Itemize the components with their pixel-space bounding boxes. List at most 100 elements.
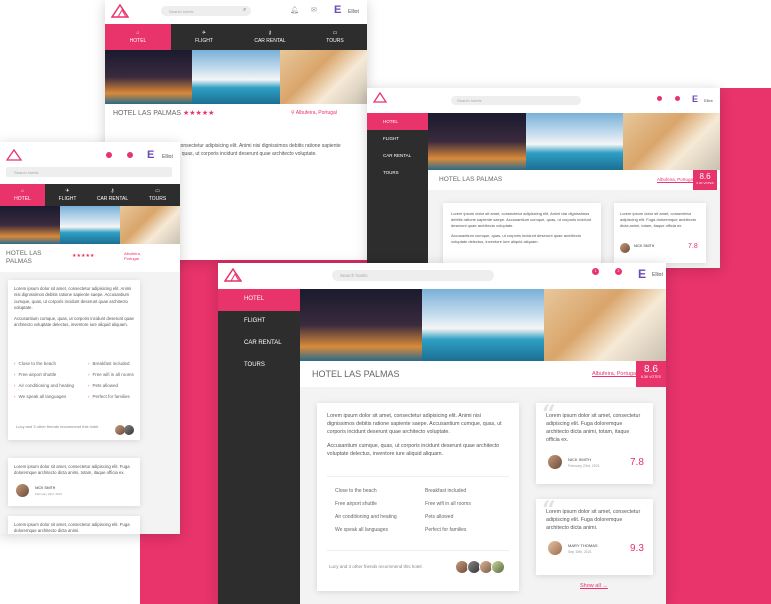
logo-icon [224,268,242,282]
sidebar-item-flight[interactable]: FLIGHT [367,130,428,147]
user-name[interactable]: Elliot [162,154,173,160]
sidebar-item-hotel[interactable]: HOTEL [367,113,428,130]
friends-text: Lucy and 3 other friends recommend this … [16,424,100,429]
star-rating: ★★★★★ [72,253,95,259]
message-badge[interactable] [675,96,680,101]
tab-tours[interactable]: ▭ TOURS [135,184,180,206]
tab-flight[interactable]: ✈ FLIGHT [171,24,237,50]
amenity-item: We speak all languages [335,527,388,533]
avatar [620,243,630,253]
hotel-title: HOTEL LAS PALMAS [312,369,400,379]
show-all-link[interactable]: Show all → [580,583,608,589]
description-card: Lorem ipsum dolor sit amet, consectetur … [443,203,601,268]
search-input[interactable]: Search hotels [6,167,172,177]
frame-main: Search hotels 1 2 E Elliot HOTEL FLIGHT … [218,263,666,604]
hotel-photo-terrace[interactable] [120,206,180,244]
message-icon[interactable]: ✉ [311,6,317,14]
amenity-item: Free airport shuttle [335,501,377,507]
tab-flight[interactable]: ✈ FLIGHT [45,184,90,206]
amenity-item: Close to the beach [335,488,377,494]
sidebar-item-tours[interactable]: TOURS [218,355,300,377]
hotel-photo-night[interactable] [0,206,60,244]
plane-icon: ✈ [201,30,207,36]
amenity-item: › Pets allowed [88,383,119,388]
avatar [124,425,134,435]
amenity-item: › Breakfast included [88,361,130,366]
tab-hotel[interactable]: ⌂ HOTEL [105,24,171,50]
amenity-item: › Close to the beach [14,361,57,366]
top-nav: ⌂ HOTEL ✈ FLIGHT ⚷ CAR RENTAL ▭ TOURS [0,184,180,206]
top-nav: ⌂ HOTEL ✈ FLIGHT ⚷ CAR RENTAL ▭ TOURS [105,24,367,50]
hotel-photo-night[interactable] [105,50,192,104]
sidebar: HOTEL FLIGHT CAR RENTAL TOURS [367,113,428,268]
sidebar-item-hotel[interactable]: HOTEL [218,289,300,311]
friends-text: Lucy and 3 other friends recommend this … [329,564,423,569]
hotel-photo-terrace[interactable] [623,113,720,170]
hotel-photo-pool[interactable] [526,113,623,170]
review-card: Lorem ipsum dolor sit amet, consectetur … [8,516,140,534]
user-initial: E [334,4,342,16]
amenity-item: › We speak all languages [14,394,67,399]
location-link[interactable]: Albufeira, Portugal [657,177,694,182]
hotel-photo-pool[interactable] [192,50,280,104]
hotel-photo-night[interactable] [300,289,422,361]
user-name[interactable]: Elliot [652,272,663,278]
sidebar-item-flight[interactable]: FLIGHT [218,311,300,333]
star-rating: ★★★★★ [183,110,215,117]
user-name[interactable]: Elliot [348,9,359,15]
search-input[interactable]: Search hotels [451,96,581,105]
location-link[interactable]: Albufeira, Portugal [124,251,146,261]
user-initial: E [147,149,155,161]
amenity-item: Air conditioning and heating [335,514,397,520]
logo-icon [111,4,129,18]
reviewer-name: NICK SMITH [35,486,56,490]
hotel-title: HOTEL LAS PALMAS [6,250,42,266]
hotel-photo-terrace[interactable] [280,50,367,104]
user-initial: E [692,94,699,104]
search-icon[interactable]: ⌕ [243,7,246,14]
divider [327,550,509,551]
tab-hotel[interactable]: ⌂ HOTEL [0,184,45,206]
notification-badge[interactable] [657,96,662,101]
hotel-photo-night[interactable] [428,113,526,170]
home-icon: ⌂ [136,30,140,36]
review-score: 9.3 [630,543,644,554]
message-badge[interactable]: 2 [615,268,622,275]
location-link[interactable]: Albufeira, Portugal [592,371,637,377]
tab-car-rental[interactable]: ⚷ CAR RENTAL [90,184,135,206]
frame-left: E Elliot Search hotels ⌂ HOTEL ✈ FLIGHT ⚷ C… [0,142,180,534]
search-input[interactable]: Search hotels [161,6,251,16]
reviewer-name: MARY THOMAS [568,543,598,548]
sidebar-item-tours[interactable]: TOURS [367,164,428,181]
sidebar-item-car-rental[interactable]: CAR RENTAL [218,333,300,355]
hotel-photo-pool[interactable] [422,289,544,361]
avatar [16,484,29,497]
reviewer-name: NICK SMITH [568,457,592,462]
notification-badge[interactable] [106,152,112,158]
tab-car-rental[interactable]: ⚷ CAR RENTAL [237,24,303,50]
notification-badge[interactable]: 1 [592,268,599,275]
amenity-item: Perfect for families [425,527,467,533]
review-card: “ Lorem ipsum dolor sit amet, consectetu… [536,495,653,575]
sidebar: HOTEL FLIGHT CAR RENTAL TOURS [218,289,300,604]
plane-icon: ✈ [65,188,70,194]
user-initial: E [638,267,647,281]
hotel-title: HOTEL LAS PALMAS [113,110,182,117]
tab-tours[interactable]: ▭ TOURS [303,24,367,50]
bell-icon[interactable]: 🔔︎ [290,6,299,14]
sidebar-item-car-rental[interactable]: CAR RENTAL [367,147,428,164]
hotel-photo-terrace[interactable] [544,289,666,361]
amenity-item: Breakfast included [425,488,467,494]
hotel-photo-pool[interactable] [60,206,120,244]
search-input[interactable]: Search hotels [332,270,494,281]
key-icon: ⚷ [268,30,272,36]
avatar [548,455,562,469]
amenity-item: › Free airport shuttle [14,372,57,377]
review-card: Lorem ipsum dolor sit amet, consectetur … [8,458,140,506]
divider [327,476,509,477]
location-link[interactable]: ⚲ Albufeira, Portugal [291,110,337,116]
amenity-item: › Air conditioning and heating [14,383,75,388]
amenity-item: › Perfect for families [88,394,130,399]
message-badge[interactable] [127,152,133,158]
user-name[interactable]: Elliot [704,98,713,103]
